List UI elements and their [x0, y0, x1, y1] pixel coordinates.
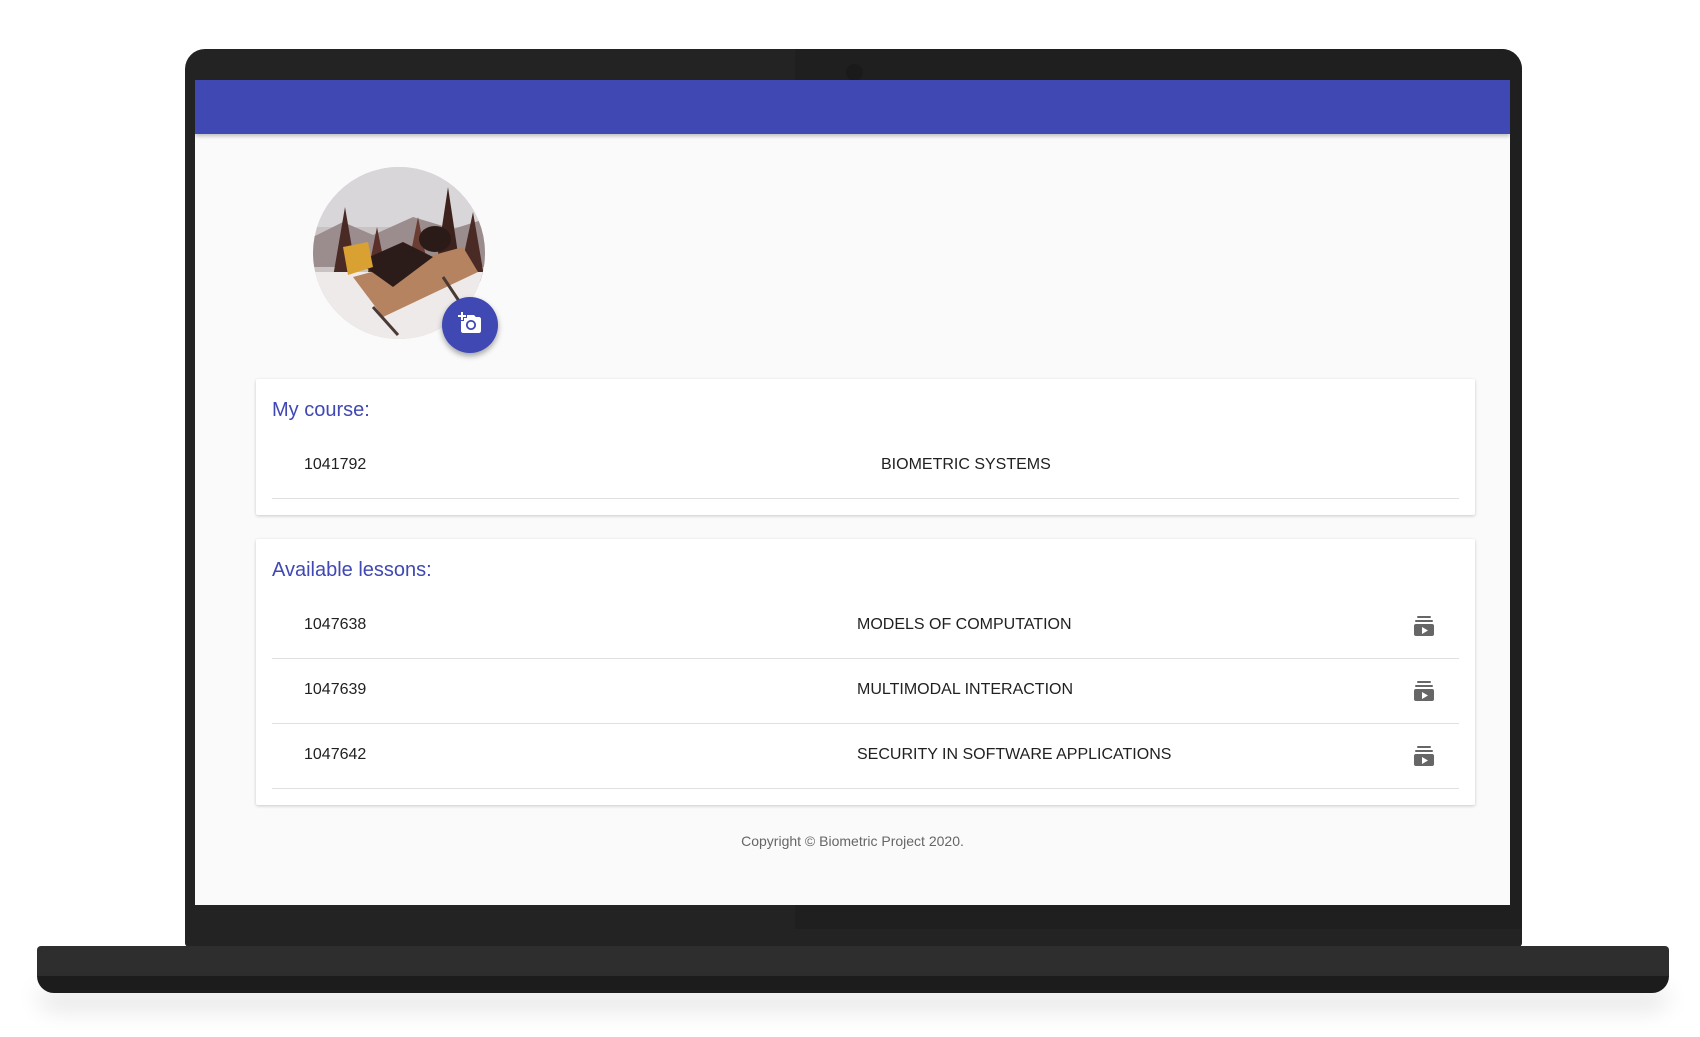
lesson-name: MULTIMODAL INTERACTION	[857, 681, 1074, 698]
change-photo-button[interactable]	[442, 297, 498, 353]
laptop-camera	[846, 64, 863, 81]
laptop-base	[37, 946, 1669, 976]
video-library-icon[interactable]	[1410, 677, 1438, 705]
app-screen: My course: 1041792 BIOMETRIC SYSTEMS Ava…	[195, 80, 1510, 905]
course-code: 1041792	[304, 456, 367, 473]
lesson-name: SECURITY IN SOFTWARE APPLICATIONS	[857, 746, 1172, 763]
course-row: 1041792 BIOMETRIC SYSTEMS	[272, 434, 1459, 499]
available-lessons-title: Available lessons:	[272, 559, 432, 581]
lesson-code: 1047639	[304, 681, 367, 698]
lesson-row: 1047638 MODELS OF COMPUTATION	[272, 594, 1459, 659]
available-lessons-card: Available lessons: 1047638 MODELS OF COM…	[256, 539, 1475, 805]
lesson-code: 1047642	[304, 746, 367, 763]
lesson-row: 1047642 SECURITY IN SOFTWARE APPLICATION…	[272, 724, 1459, 789]
lesson-row: 1047639 MULTIMODAL INTERACTION	[272, 659, 1459, 724]
laptop-base-edge	[37, 976, 1669, 993]
copyright-footer: Copyright © Biometric Project 2020.	[741, 833, 964, 849]
app-toolbar	[195, 80, 1510, 134]
video-library-icon[interactable]	[1410, 742, 1438, 770]
lesson-name: MODELS OF COMPUTATION	[857, 616, 1072, 633]
my-course-card: My course: 1041792 BIOMETRIC SYSTEMS	[256, 379, 1475, 515]
lesson-code: 1047638	[304, 616, 367, 633]
course-name: BIOMETRIC SYSTEMS	[881, 456, 1051, 473]
video-library-icon[interactable]	[1410, 612, 1438, 640]
add-a-photo-icon	[458, 311, 482, 340]
my-course-title: My course:	[272, 399, 370, 421]
